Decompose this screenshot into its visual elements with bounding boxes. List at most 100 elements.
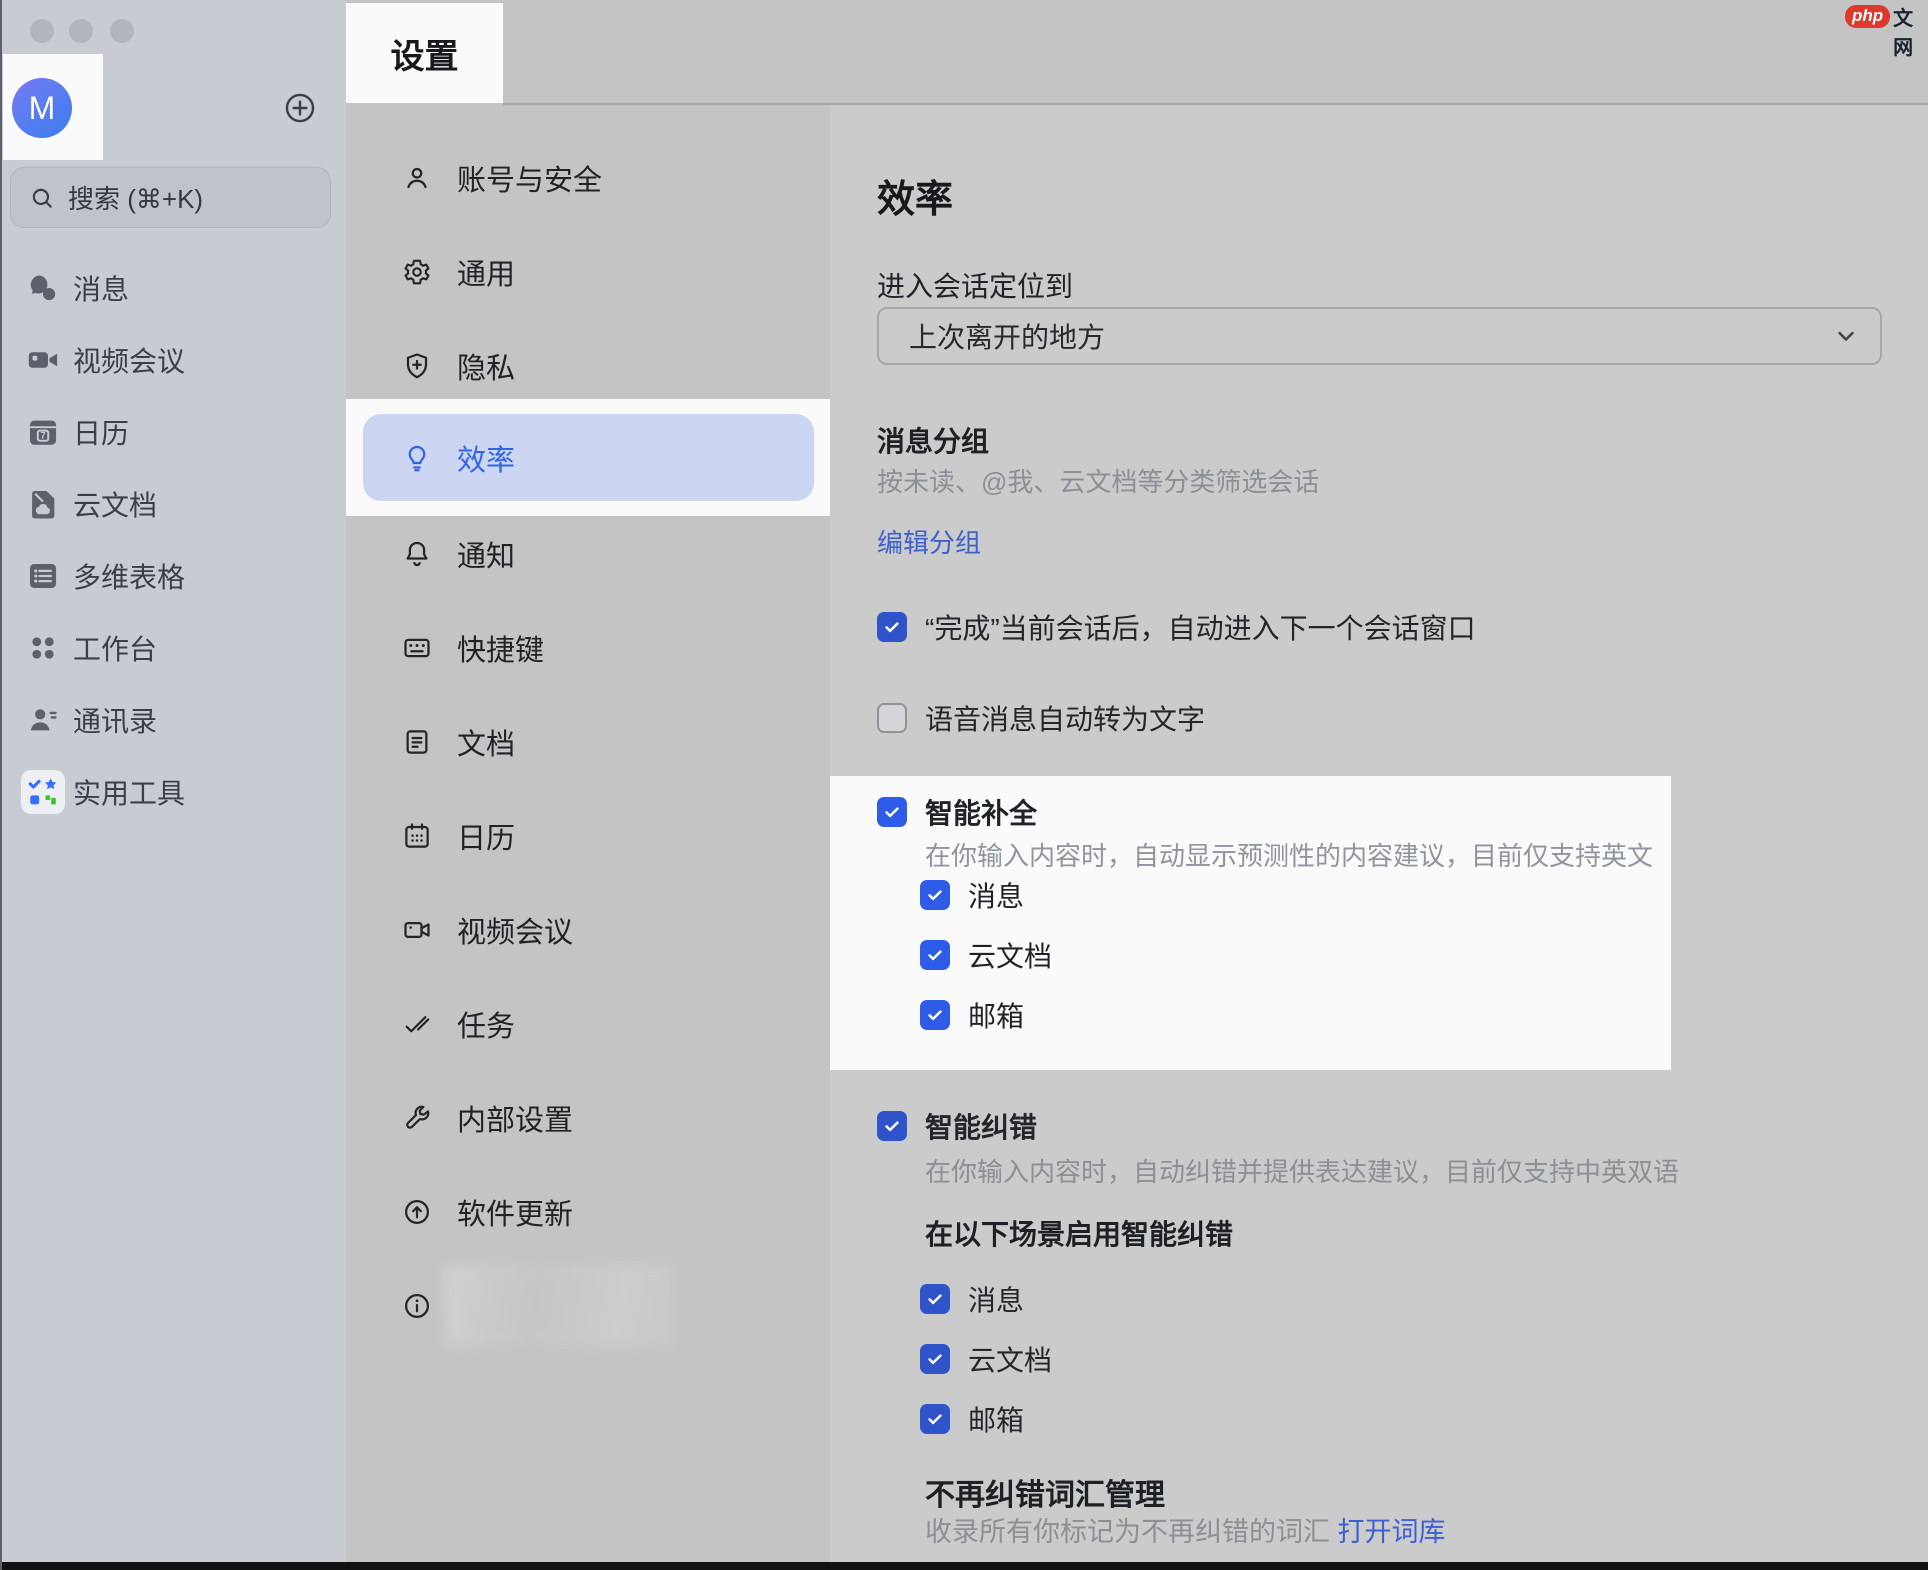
contacts-icon [26, 703, 60, 737]
nav-item-label: 快捷键 [457, 627, 544, 669]
window-left-edge [0, 0, 2, 1570]
checkbox-label: 智能补全 [925, 792, 1037, 832]
nav-item-efficiency[interactable]: 效率 [363, 414, 814, 501]
search-placeholder: 搜索 (⌘+K) [68, 179, 203, 216]
nav-item-video-meeting-settings[interactable]: 视频会议 [346, 883, 830, 977]
sidebar-item-video-meeting[interactable]: 视频会议 [0, 324, 346, 396]
locate-select-value: 上次离开的地方 [909, 316, 1832, 356]
checkbox-label: “完成”当前会话后，自动进入下一个会话窗口 [925, 607, 1476, 647]
smart-correct-scope-mail[interactable]: 邮箱 [920, 1401, 1024, 1437]
nav-item-tasks[interactable]: 任务 [346, 977, 830, 1071]
nav-item-label: 内部设置 [457, 1097, 573, 1139]
checkbox[interactable] [920, 1000, 950, 1030]
checkbox[interactable] [920, 940, 950, 970]
nav-item-label: 软件更新 [457, 1191, 573, 1233]
nav-item-docs[interactable]: 文档 [346, 695, 830, 789]
nav-item-label: 视频会议 [457, 909, 573, 951]
checkbox[interactable] [920, 1404, 950, 1434]
nav-item-calendar-settings[interactable]: 日历 [346, 789, 830, 883]
app-window: M 搜索 (⌘+K) 消息 [0, 0, 1928, 1570]
zoom-window-button[interactable] [110, 19, 134, 43]
voice-to-text-checkbox-row[interactable]: 语音消息自动转为文字 [877, 700, 1205, 736]
search-input[interactable]: 搜索 (⌘+K) [10, 167, 331, 228]
checkbox[interactable] [877, 797, 907, 827]
open-dictionary-link[interactable]: 打开词库 [1338, 1517, 1446, 1547]
nav-item-efficiency-spotlight: 效率 [346, 399, 830, 516]
nav-item-shortcuts[interactable]: 快捷键 [346, 601, 830, 695]
gear-icon [402, 257, 432, 287]
sidebar-item-workbench[interactable]: 工作台 [0, 612, 346, 684]
avatar-letter: M [29, 90, 56, 127]
grouping-desc: 按未读、@我、云文档等分类筛选会话 [877, 462, 1319, 499]
smart-complete-checkbox-row[interactable]: 智能补全 [877, 794, 1037, 830]
user-icon [402, 163, 432, 193]
smart-correct-checkbox-row[interactable]: 智能纠错 [877, 1108, 1037, 1144]
minimize-window-button[interactable] [69, 19, 93, 43]
update-arrow-icon [402, 1197, 432, 1227]
sidebar-item-messages[interactable]: 消息 [0, 252, 346, 324]
checkbox-label: 消息 [968, 875, 1024, 915]
nav-item-label: 日历 [457, 815, 515, 857]
watermark-logo: php [1845, 5, 1890, 28]
auto-next-checkbox-row[interactable]: “完成”当前会话后，自动进入下一个会话窗口 [877, 609, 1476, 645]
sidebar-item-cloud-docs[interactable]: 云文档 [0, 468, 346, 540]
smart-complete-scope-docs[interactable]: 云文档 [920, 937, 1052, 973]
svg-text:7: 7 [40, 431, 45, 441]
smart-complete-scope-messages[interactable]: 消息 [920, 877, 1024, 913]
grouping-title: 消息分组 [877, 420, 989, 460]
nav-item-software-update[interactable]: 软件更新 [346, 1165, 830, 1259]
nav-item-internal-settings[interactable]: 内部设置 [346, 1071, 830, 1165]
checkbox-label: 语音消息自动转为文字 [925, 698, 1205, 738]
video-camera-outline-icon [402, 915, 432, 945]
smart-correct-scene-title: 在以下场景启用智能纠错 [925, 1213, 1233, 1253]
checkbox-label: 消息 [968, 1279, 1024, 1319]
sidebar-item-calendar[interactable]: 7 日历 [0, 396, 346, 468]
checkbox-label: 邮箱 [968, 1399, 1024, 1439]
locate-select[interactable]: 上次离开的地方 [877, 307, 1882, 365]
video-camera-icon [26, 343, 60, 377]
nav-item-account-security[interactable]: 账号与安全 [346, 131, 830, 225]
calendar-dots-icon [402, 821, 432, 851]
checkbox[interactable] [877, 612, 907, 642]
sidebar-item-contacts[interactable]: 通讯录 [0, 684, 346, 756]
sidebar-item-base-table[interactable]: 多维表格 [0, 540, 346, 612]
sidebar-menu: 消息 视频会议 7 日历 [0, 252, 346, 828]
smart-complete-scope-mail[interactable]: 邮箱 [920, 997, 1024, 1033]
sidebar-item-utilities[interactable]: 实用工具 [0, 756, 346, 828]
checkbox[interactable] [920, 1344, 950, 1374]
nav-item-notifications[interactable]: 通知 [346, 507, 830, 601]
nav-item-label: 文档 [457, 721, 515, 763]
plus-circle-icon [283, 91, 317, 125]
dict-desc: 收录所有你标记为不再纠错的词汇 [925, 1517, 1330, 1547]
checkbox[interactable] [877, 1111, 907, 1141]
locate-label: 进入会话定位到 [877, 265, 1073, 305]
checkbox-label: 云文档 [968, 935, 1052, 975]
smart-correct-desc: 在你输入内容时，自动纠错并提供表达建议，目前仅支持中英双语 [925, 1152, 1679, 1189]
checkbox[interactable] [920, 880, 950, 910]
lightbulb-icon [402, 443, 432, 473]
checkbox-label: 智能纠错 [925, 1106, 1037, 1146]
edit-groups-link[interactable]: 编辑分组 [877, 523, 981, 560]
checkbox[interactable] [920, 1284, 950, 1314]
calendar-icon: 7 [26, 415, 60, 449]
watermark: php 中文网 [1845, 3, 1928, 29]
add-button[interactable] [283, 91, 317, 125]
nav-item-general[interactable]: 通用 [346, 225, 830, 319]
nav-item-label: 通知 [457, 533, 515, 575]
checkbox[interactable] [877, 703, 907, 733]
checkbox-label: 云文档 [968, 1339, 1052, 1379]
smart-correct-scope-docs[interactable]: 云文档 [920, 1341, 1052, 1377]
bell-icon [402, 539, 432, 569]
workbench-dots-icon [26, 631, 60, 665]
smart-correct-scope-messages[interactable]: 消息 [920, 1281, 1024, 1317]
dict-line: 收录所有你标记为不再纠错的词汇 打开词库 [925, 1510, 1446, 1549]
wrench-icon [402, 1103, 432, 1133]
search-icon [29, 185, 55, 211]
avatar[interactable]: M [12, 78, 72, 138]
close-window-button[interactable] [30, 19, 54, 43]
cloud-document-icon [26, 487, 60, 521]
info-icon [402, 1291, 432, 1321]
sidebar-item-label: 工作台 [73, 628, 157, 668]
checkbox-label: 邮箱 [968, 995, 1024, 1035]
watermark-text: 中文网 [1893, 0, 1928, 60]
